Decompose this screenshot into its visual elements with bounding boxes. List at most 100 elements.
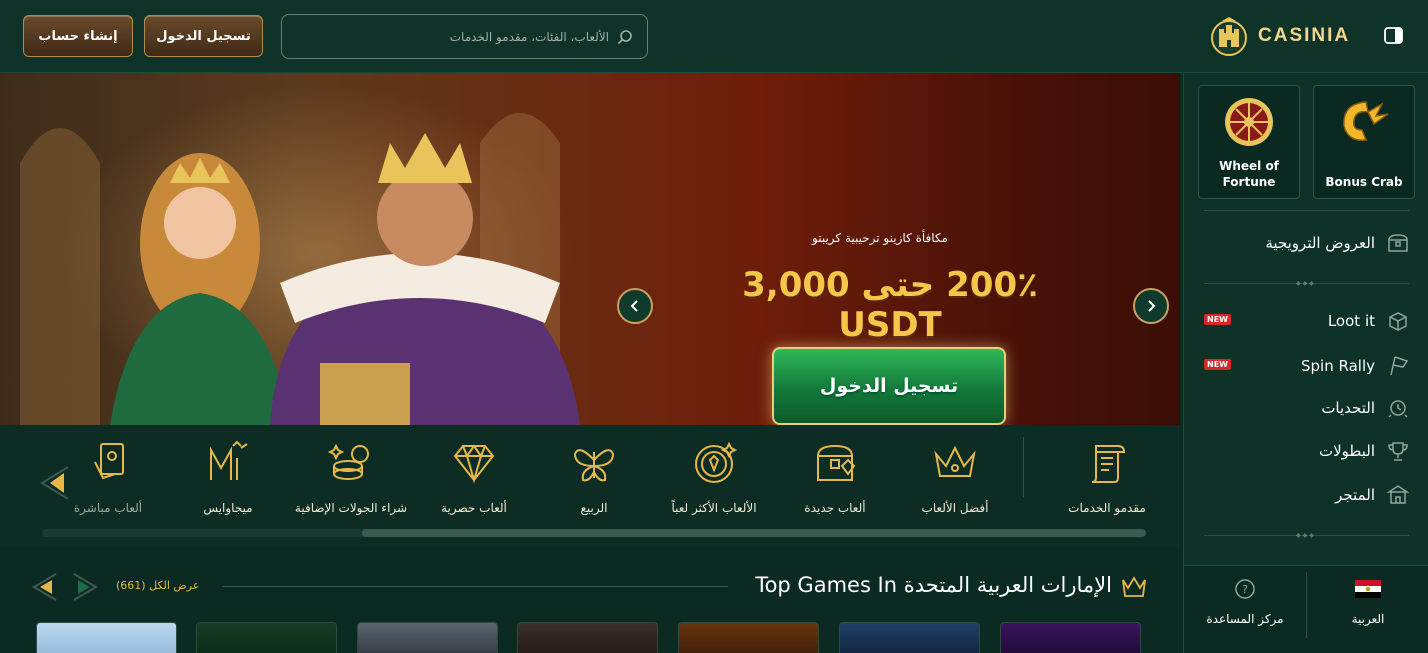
category-label: الربيع: [580, 501, 608, 515]
sidebar-toggle-icon[interactable]: [1384, 27, 1403, 44]
search-icon: [617, 29, 632, 44]
scrollbar-thumb[interactable]: [362, 529, 1146, 537]
category-label: شراء الجولات الإضافية: [294, 501, 408, 515]
top-header: إنشاء حساب تسجيل الدخول الألعاب، الفئات،…: [0, 0, 1428, 73]
game-card[interactable]: [196, 622, 337, 653]
new-badge: NEW: [1204, 314, 1231, 325]
header-divider-line: [222, 586, 728, 587]
sidebar-item-label: التحديات: [1321, 399, 1375, 417]
sidebar-item-promotions[interactable]: العروض الترويجية: [1204, 228, 1409, 258]
king-queen-illustration: [20, 113, 580, 425]
castle-logo-icon: [1211, 17, 1247, 56]
live-cards-icon: [94, 443, 124, 480]
search-placeholder: الألعاب، الفئات، مقدمو الخدمات: [449, 29, 609, 44]
top-games-header: (661) عرض الكل Top Games In الإمارات الع…: [0, 565, 1180, 609]
category-label: ألعاب جديدة: [804, 501, 866, 515]
category-exclusive[interactable]: ألعاب حصرية: [414, 435, 534, 515]
sidebar-item-loot-it[interactable]: NEW Loot it: [1204, 306, 1409, 336]
language-label: العربية: [1351, 612, 1385, 626]
category-label: ألعاب حصرية: [441, 501, 507, 515]
game-card[interactable]: [839, 622, 980, 653]
category-label: ألعاب مباشرة: [73, 501, 143, 515]
help-center-label: مركز المساعدة: [1206, 612, 1284, 626]
banner-login-button[interactable]: تسجيل الدخول: [772, 347, 1006, 425]
trophy-icon: [1388, 442, 1408, 461]
sidebar-item-label: البطولات: [1319, 442, 1375, 460]
category-top-games[interactable]: أفضل الألعاب: [895, 435, 1015, 515]
race-flag-icon: [1390, 356, 1409, 376]
help-icon: ?: [1235, 579, 1255, 599]
banner-subtitle: مكافأة كازينو ترحيبية كريبتو: [812, 231, 948, 245]
category-megaways[interactable]: ميجاوايس: [168, 435, 288, 515]
sidebar-item-label: Spin Rally: [1301, 357, 1375, 375]
register-button[interactable]: إنشاء حساب: [23, 15, 133, 57]
view-all-link[interactable]: (661) عرض الكل: [116, 579, 199, 592]
tile-label: Bonus Crab: [1325, 174, 1403, 189]
logo-text: CASINIA: [1258, 25, 1351, 46]
game-card[interactable]: [517, 622, 658, 653]
banner-title: 200٪ حتى 3,000 USDT: [742, 265, 1038, 345]
category-spring[interactable]: الربيع: [534, 435, 654, 515]
sidebar-divider: ◆◆◆: [1204, 532, 1409, 539]
sidebar-item-spin-rally[interactable]: NEW Spin Rally: [1204, 351, 1409, 381]
sidebar-item-challenges[interactable]: التحديات: [1204, 393, 1409, 423]
top-games-next-icon[interactable]: [72, 572, 100, 602]
help-center-button[interactable]: ? مركز المساعدة: [1184, 578, 1306, 626]
sidebar-item-tournaments[interactable]: البطولات: [1204, 436, 1409, 466]
game-card[interactable]: [357, 622, 498, 653]
butterfly-icon: [573, 449, 615, 482]
sidebar-divider: ◆◆◆: [1204, 280, 1409, 287]
chevron-right-icon: [1148, 300, 1156, 312]
casinia-logo[interactable]: CASINIA: [1208, 13, 1350, 59]
category-bar: مقدمو الخدمات أفضل الألعاب ألعاب جديدة ا…: [0, 425, 1180, 547]
sidebar-item-shop[interactable]: المتجر: [1204, 480, 1409, 510]
new-badge: NEW: [1204, 359, 1231, 370]
sidebar-footer: ? مركز المساعدة العربية: [1184, 565, 1428, 653]
view-all-label: عرض الكل: [149, 579, 200, 592]
language-selector[interactable]: العربية: [1307, 578, 1428, 626]
category-new-games[interactable]: ألعاب جديدة: [775, 435, 895, 515]
crown-icon: [1122, 576, 1146, 597]
crown-icon: [934, 445, 976, 477]
category-live-games[interactable]: ألعاب مباشرة: [48, 435, 168, 515]
tile-label: Wheel of Fortune: [1219, 158, 1279, 189]
game-card[interactable]: [1000, 622, 1141, 653]
banner-prev-button[interactable]: [617, 288, 653, 324]
view-all-count: (661): [116, 579, 146, 592]
game-card[interactable]: [36, 622, 177, 653]
sidebar-item-label: Loot it: [1327, 312, 1375, 330]
bonus-crab-tile[interactable]: Bonus Crab: [1313, 85, 1415, 199]
right-sidebar: Wheel of Fortune Bonus Crab العروض الترو…: [1183, 73, 1428, 653]
shop-icon: [1387, 485, 1409, 504]
login-button[interactable]: تسجيل الدخول: [144, 15, 263, 57]
scroll-icon: [1091, 445, 1126, 483]
category-label: مقدمو الخدمات: [1068, 501, 1146, 515]
banner-next-button[interactable]: [1133, 288, 1169, 324]
category-label: ميجاوايس: [203, 501, 253, 515]
category-bonus-buy[interactable]: شراء الجولات الإضافية: [291, 435, 411, 515]
coin-icon: [695, 441, 738, 483]
sidebar-divider: [1204, 210, 1409, 211]
wheel-of-fortune-tile[interactable]: Wheel of Fortune: [1198, 85, 1300, 199]
sidebar-item-label: المتجر: [1335, 486, 1375, 504]
category-divider: [1023, 437, 1024, 497]
megaways-icon: [210, 440, 248, 480]
categories-scrollbar[interactable]: [42, 529, 1146, 537]
top-games-title: Top Games In الإمارات العربية المتحدة: [755, 573, 1112, 597]
category-label: الألعاب الأكثر لعباً: [671, 501, 757, 515]
category-most-played[interactable]: الألعاب الأكثر لعباً: [654, 435, 774, 515]
category-label: أفضل الألعاب: [921, 501, 989, 515]
treasure-chest-icon: [817, 444, 856, 481]
diamond-icon: [453, 444, 495, 484]
search-input[interactable]: الألعاب، الفئات، مقدمو الخدمات: [281, 14, 648, 59]
top-games-prev-icon[interactable]: [30, 572, 58, 602]
challenge-icon: [1388, 400, 1408, 418]
wheel-icon: [1225, 98, 1273, 146]
egypt-flag-icon: [1355, 580, 1381, 598]
category-providers[interactable]: مقدمو الخدمات: [1047, 435, 1167, 515]
crab-claw-icon: [1343, 101, 1389, 141]
game-card[interactable]: [678, 622, 819, 653]
sidebar-item-label: العروض الترويجية: [1265, 234, 1375, 252]
svg-text:?: ?: [1242, 583, 1248, 596]
promo-banner: مكافأة كازينو ترحيبية كريبتو 200٪ حتى 3,…: [0, 73, 1180, 425]
